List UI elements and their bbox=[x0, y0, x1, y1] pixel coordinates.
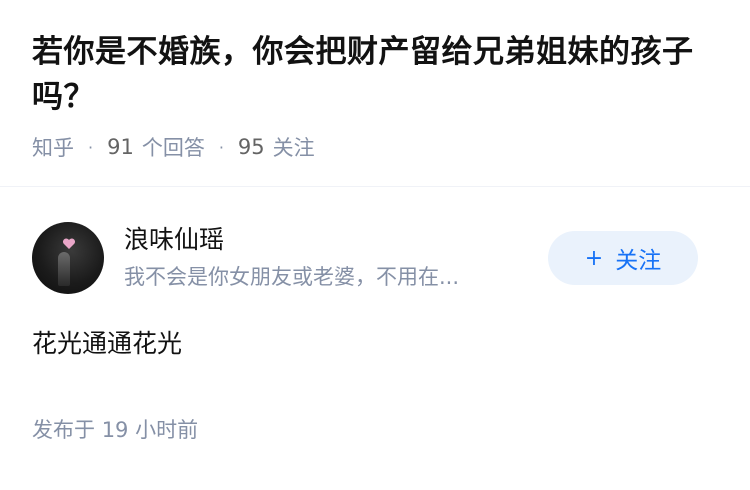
separator-dot: · bbox=[218, 137, 224, 157]
answer-content[interactable]: 花光通通花光 bbox=[32, 326, 718, 362]
source-label[interactable]: 知乎 bbox=[32, 132, 74, 162]
followers-count: 95 bbox=[237, 135, 265, 159]
avatar-figure bbox=[58, 252, 70, 286]
separator-dot: · bbox=[88, 137, 94, 157]
follow-button-label: 关注 bbox=[615, 248, 662, 274]
avatar[interactable] bbox=[32, 222, 104, 294]
question-meta: 知乎 · 91 个回答 · 95 关注 bbox=[32, 132, 718, 162]
answers-label[interactable]: 个回答 bbox=[142, 132, 205, 162]
author-name[interactable]: 浪味仙瑶 bbox=[124, 222, 544, 258]
follow-button[interactable]: + 关注 bbox=[548, 231, 698, 285]
answers-count: 91 bbox=[107, 135, 134, 159]
question-title[interactable]: 若你是不婚族，你会把财产留给兄弟姐妹的孩子吗？ bbox=[32, 30, 718, 120]
followers-label[interactable]: 关注 bbox=[273, 132, 315, 162]
publish-info: 发布于 19 小时前 bbox=[32, 414, 718, 444]
question-header: 若你是不婚族，你会把财产留给兄弟姐妹的孩子吗？ 知乎 · 91 个回答 · 95… bbox=[0, 0, 750, 162]
author-info: 浪味仙瑶 我不会是你女朋友或老婆，不用在... bbox=[124, 222, 544, 292]
author-bio: 我不会是你女朋友或老婆，不用在... bbox=[124, 265, 460, 289]
heart-icon bbox=[62, 238, 76, 249]
publish-label: 发布于 bbox=[32, 418, 95, 442]
divider bbox=[0, 186, 750, 187]
answer-author: 浪味仙瑶 我不会是你女朋友或老婆，不用在... + 关注 bbox=[0, 222, 750, 294]
plus-icon: + bbox=[584, 245, 604, 271]
publish-time: 19 小时前 bbox=[101, 418, 199, 442]
